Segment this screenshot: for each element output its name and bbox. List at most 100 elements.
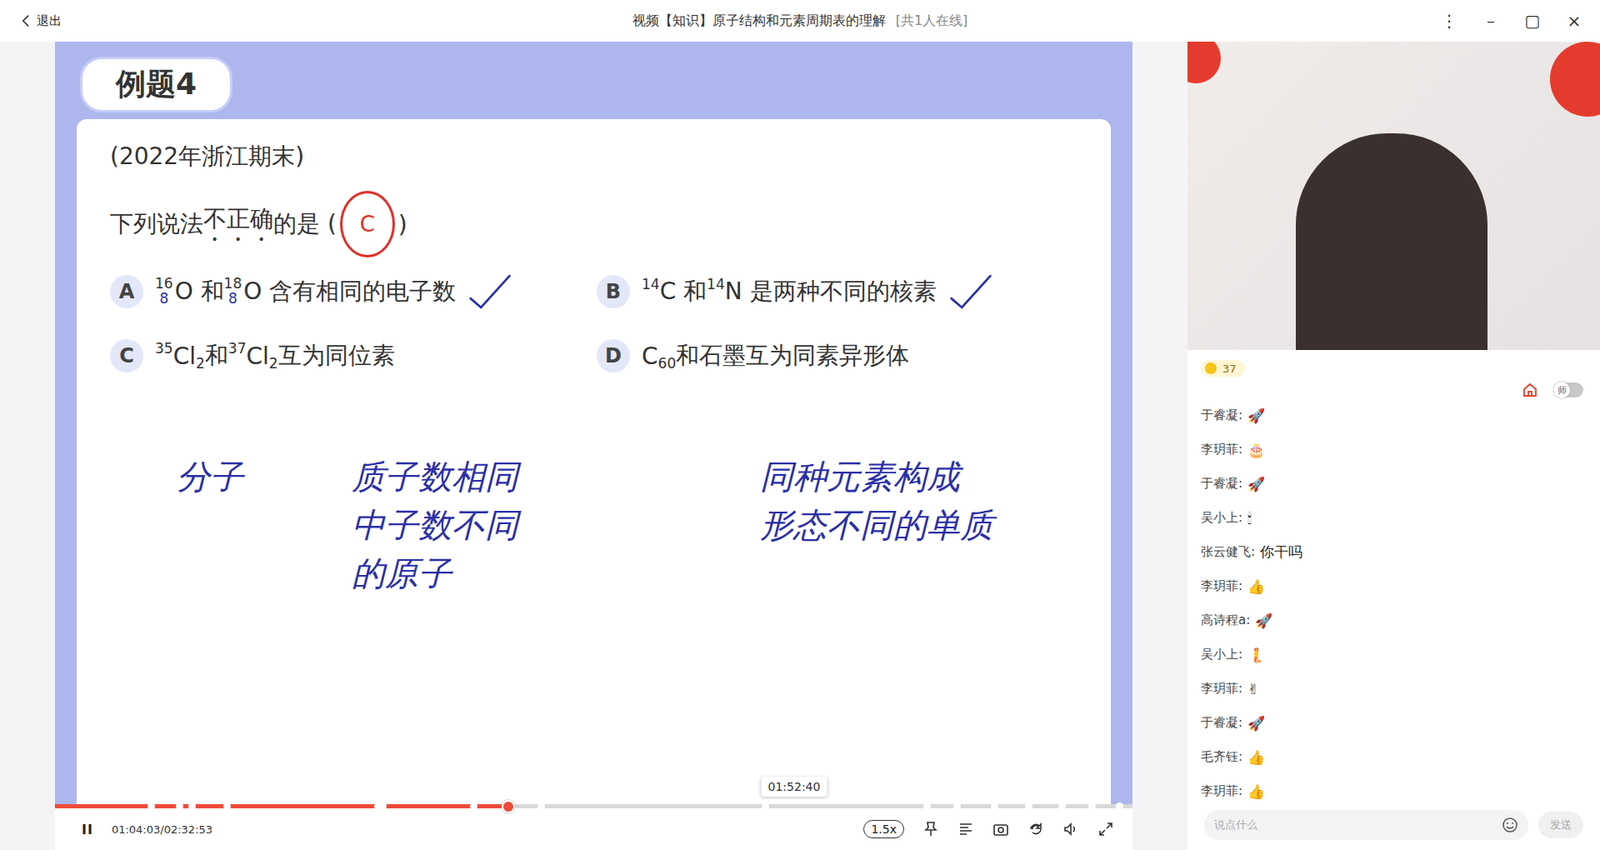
option: B14C 和 14N 是两种不同的核素 bbox=[596, 272, 1078, 311]
option-text: 35Cl2 和 37Cl2 互为同位素 bbox=[155, 340, 395, 372]
chat-author: 吴小上: bbox=[1200, 510, 1243, 526]
progress-bar[interactable]: 01:52:40 bbox=[55, 804, 1133, 809]
chat-author: 于睿凝: bbox=[1200, 715, 1243, 731]
chat-author: 吴小上: bbox=[1200, 646, 1243, 663]
video-frame: 例题4 (2022年浙江期末) 下列说法不正确的是 (C) A168O 和 188O … bbox=[55, 41, 1133, 805]
chapter-marker[interactable] bbox=[379, 802, 387, 810]
toggle-knob: 师 bbox=[1553, 381, 1570, 399]
chat-message: 于睿凝:🚀 bbox=[1200, 705, 1587, 740]
chapter-marker[interactable] bbox=[470, 802, 478, 810]
chat-message: 毛齐钰:👍 bbox=[1200, 740, 1587, 775]
list-icon[interactable] bbox=[957, 820, 975, 838]
back-button[interactable]: 退出 bbox=[21, 13, 62, 30]
chat-tools: 师 bbox=[1187, 376, 1600, 399]
option: A168O 和 188O 含有相同的电子数 bbox=[110, 272, 597, 311]
loop-icon[interactable] bbox=[1027, 820, 1045, 838]
chat-message: 李玥菲:✌ bbox=[1200, 671, 1587, 706]
chat-message: 高诗程a: 🚀 bbox=[1200, 603, 1587, 638]
chat-message: 李玥菲:👍 bbox=[1200, 569, 1587, 604]
speed-button[interactable]: 1.5x bbox=[863, 820, 905, 839]
chat-author: 高诗程a: bbox=[1200, 612, 1250, 629]
online-count: [共1人在线] bbox=[895, 12, 969, 29]
chat-list: 于睿凝:🚀李玥菲:🎂于睿凝:🚀吴小上:🕯张云健飞:你干吗李玥菲:👍高诗程a:🚀吴… bbox=[1187, 398, 1600, 802]
slide-card: (2022年浙江期末) 下列说法不正确的是 (C) A168O 和 188O 含有相… bbox=[76, 119, 1111, 805]
chat-author: 李玥菲: bbox=[1200, 680, 1243, 697]
window-control-button[interactable]: × bbox=[1565, 10, 1584, 31]
chat-message: 于睿凝:🚀 bbox=[1200, 398, 1587, 433]
chat-text: 你干吗 bbox=[1260, 542, 1303, 562]
option-letter: A bbox=[110, 275, 144, 309]
window-controls: ⋮ – ▢ × bbox=[1440, 10, 1584, 31]
window-control-button[interactable]: ▢ bbox=[1523, 10, 1542, 31]
option: D C60 和石墨互为同素异形体 bbox=[596, 339, 1078, 373]
chat-input[interactable]: 说点什么 bbox=[1204, 810, 1529, 840]
chat-text: 🚀 bbox=[1247, 475, 1265, 493]
chat-text: 🚀 bbox=[1255, 612, 1273, 630]
check-icon bbox=[467, 272, 513, 311]
chat-text: 🎂 bbox=[1247, 441, 1265, 459]
chapter-marker[interactable] bbox=[923, 802, 931, 810]
chapter-marker[interactable] bbox=[1058, 802, 1066, 810]
chevron-left-icon bbox=[21, 14, 30, 28]
player: 例题4 (2022年浙江期末) 下列说法不正确的是 (C) A168O 和 188O … bbox=[55, 41, 1133, 850]
chat-text: 🚀 bbox=[1247, 715, 1265, 732]
question-source: (2022年浙江期末) bbox=[110, 140, 1078, 173]
send-button[interactable]: 发送 bbox=[1538, 811, 1584, 839]
pin-icon[interactable] bbox=[922, 820, 940, 838]
chapter-marker[interactable] bbox=[175, 802, 184, 810]
handwritten-note: 同种元素构成形态不同的单质 bbox=[760, 452, 994, 550]
chat-message: 吴小上:🧜 bbox=[1200, 637, 1587, 672]
chapter-marker[interactable] bbox=[761, 802, 770, 810]
question-stem: 下列说法不正确的是 (C) bbox=[110, 190, 1078, 258]
options-grid: A168O 和 188O 含有相同的电子数B14C 和 14N 是两种不同的核素… bbox=[110, 272, 1078, 373]
hover-time-tooltip: 01:52:40 bbox=[761, 776, 828, 797]
progress-handle[interactable] bbox=[501, 800, 515, 814]
time-display: 01:04:03/02:32:53 bbox=[111, 823, 213, 836]
chat-message: 于睿凝:🚀 bbox=[1200, 466, 1587, 501]
option-text: C60 和石墨互为同素异形体 bbox=[641, 340, 910, 372]
chat-message: 李玥菲:🎂 bbox=[1200, 432, 1587, 467]
volume-icon[interactable] bbox=[1062, 820, 1080, 838]
answer-mark: C bbox=[340, 190, 395, 258]
option-letter: C bbox=[110, 339, 144, 373]
example-badge: 例题4 bbox=[80, 56, 233, 113]
chat-message: 吴小上:🕯 bbox=[1200, 500, 1587, 535]
fullscreen-icon[interactable] bbox=[1097, 820, 1115, 838]
window-control-button[interactable]: ⋮ bbox=[1440, 10, 1459, 31]
chat-text: 🚀 bbox=[1247, 407, 1265, 425]
chat-text: 👍 bbox=[1247, 578, 1265, 595]
chat-author: 张云健飞: bbox=[1200, 544, 1255, 560]
chat-author: 李玥菲: bbox=[1200, 441, 1243, 458]
chat-message: 李玥菲:👍 bbox=[1200, 774, 1587, 802]
chapter-marker[interactable] bbox=[1025, 802, 1033, 810]
chat-text: 🧜 bbox=[1247, 646, 1265, 664]
teacher-only-toggle[interactable]: 师 bbox=[1553, 382, 1584, 398]
back-label: 退出 bbox=[36, 13, 62, 30]
chat-author: 于睿凝: bbox=[1200, 407, 1243, 424]
title-bar: 退出视频【知识】原子结构和元素周期表的理解[共1人在线]⋮ – ▢ × bbox=[0, 0, 1600, 42]
chat-text: ✌ bbox=[1247, 680, 1260, 698]
chapter-marker[interactable] bbox=[223, 802, 231, 810]
player-controls: II 01:04:03/02:32:53 1.5x bbox=[55, 808, 1133, 850]
check-icon bbox=[948, 272, 994, 311]
chapter-marker[interactable] bbox=[147, 802, 155, 810]
house-icon[interactable] bbox=[1521, 381, 1539, 399]
chat-message: 张云健飞: 你干吗 bbox=[1200, 535, 1587, 570]
option-text: 14C 和 14N 是两种不同的核素 bbox=[641, 275, 937, 308]
sidebar: 37师于睿凝:🚀李玥菲:🎂于睿凝:🚀吴小上:🕯张云健飞:你干吗李玥菲:👍高诗程a… bbox=[1187, 41, 1600, 850]
chat-author: 于睿凝: bbox=[1200, 475, 1243, 492]
emoji-icon[interactable] bbox=[1501, 816, 1519, 834]
chat-author: 毛齐钰: bbox=[1200, 749, 1243, 765]
option-letter: D bbox=[596, 339, 630, 373]
pause-button[interactable]: II bbox=[81, 821, 94, 838]
chat-input-bar: 说点什么发送 bbox=[1187, 801, 1600, 850]
chapter-marker[interactable] bbox=[1088, 802, 1096, 810]
handwritten-note: 分子 bbox=[176, 452, 244, 501]
window-control-button[interactable]: – bbox=[1481, 10, 1500, 31]
video-lesson-window: 退出视频【知识】原子结构和元素周期表的理解[共1人在线]⋮ – ▢ × 例题4 (2022… bbox=[0, 0, 1600, 850]
chat-text: 🕯 bbox=[1247, 510, 1252, 527]
camera-icon[interactable] bbox=[992, 820, 1010, 838]
main-area: 例题4 (2022年浙江期末) 下列说法不正确的是 (C) A168O 和 188O … bbox=[0, 41, 1600, 850]
window-title: 视频【知识】原子结构和元素周期表的理解[共1人在线] bbox=[0, 12, 1600, 30]
coin-badge: 37 bbox=[1200, 360, 1245, 377]
